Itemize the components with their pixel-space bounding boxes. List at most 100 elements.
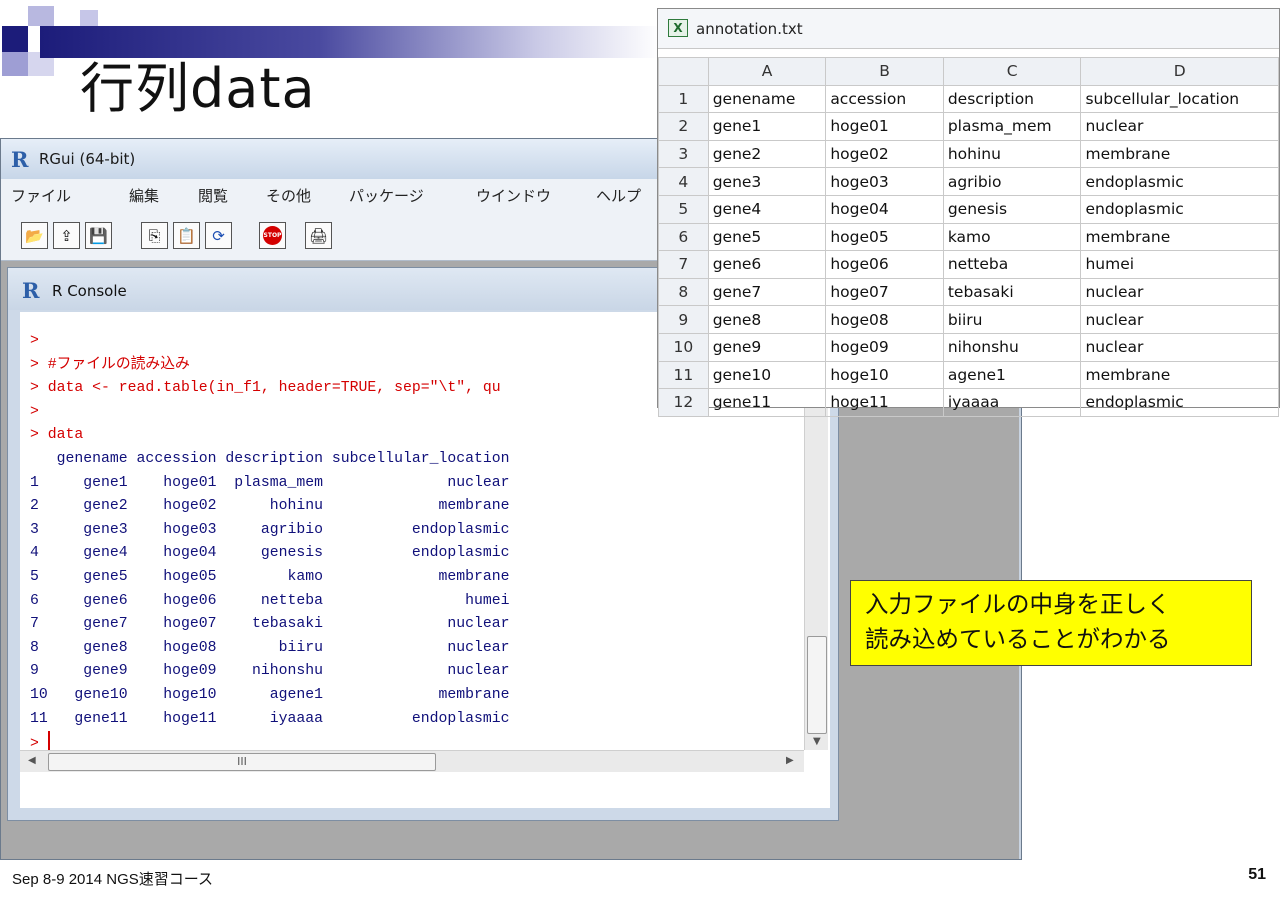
table-row: 8 gene7 hoge07 tebasaki nuclear <box>658 277 1279 307</box>
table-cell[interactable]: membrane <box>1080 139 1279 169</box>
paste-icon[interactable]: 📋 <box>173 222 200 249</box>
row-header[interactable]: 1 <box>658 84 709 114</box>
table-cell[interactable]: humei <box>1080 250 1279 279</box>
sheet-titlebar[interactable]: X annotation.txt <box>658 9 1279 49</box>
table-cell[interactable]: genename <box>707 84 827 114</box>
refresh-icon[interactable]: ⟳ <box>205 222 232 249</box>
table-cell[interactable]: gene3 <box>707 167 827 196</box>
table-cell[interactable]: gene4 <box>707 194 827 224</box>
table-cell[interactable]: membrane <box>1080 222 1279 252</box>
table-cell[interactable]: subcellular_location <box>1080 84 1279 114</box>
table-cell[interactable]: tebasaki <box>942 277 1082 307</box>
menu-window[interactable]: ウインドウ <box>476 185 551 206</box>
table-cell[interactable]: hoge08 <box>825 305 944 334</box>
table-cell[interactable]: nuclear <box>1080 332 1279 362</box>
table-cell[interactable]: hoge04 <box>825 194 944 224</box>
table-cell[interactable]: nuclear <box>1080 277 1279 307</box>
column-header[interactable]: B <box>825 57 944 86</box>
menu-misc[interactable]: その他 <box>266 185 311 206</box>
console-line: > <box>30 333 39 349</box>
copy-icon[interactable]: ⎘ <box>141 222 168 249</box>
table-cell[interactable]: endoplasmic <box>1080 388 1279 417</box>
scroll-down-arrow-icon[interactable]: ▼ <box>813 736 821 747</box>
table-cell[interactable]: gene6 <box>707 250 827 279</box>
table-cell[interactable]: hoge06 <box>825 250 944 279</box>
table-cell[interactable]: gene9 <box>707 332 827 362</box>
table-cell[interactable]: hoge09 <box>825 332 944 362</box>
table-cell[interactable]: nihonshu <box>942 332 1082 362</box>
row-header[interactable]: 3 <box>658 139 709 169</box>
table-cell[interactable]: gene8 <box>707 305 827 334</box>
column-header-row: A B C D <box>658 57 1279 86</box>
menu-packages[interactable]: パッケージ <box>349 185 424 206</box>
table-cell[interactable]: nuclear <box>1080 112 1279 141</box>
table-cell[interactable]: gene5 <box>707 222 827 252</box>
column-header[interactable]: C <box>942 57 1082 86</box>
scroll-right-arrow-icon[interactable]: ▶ <box>786 755 794 766</box>
table-cell[interactable]: nuclear <box>1080 305 1279 334</box>
open-folder-icon[interactable]: 📂 <box>21 222 48 249</box>
table-cell[interactable]: endoplasmic <box>1080 167 1279 196</box>
menu-file[interactable]: ファイル <box>11 185 71 206</box>
table-cell[interactable]: biiru <box>942 305 1082 334</box>
column-header[interactable]: D <box>1080 57 1279 86</box>
row-header[interactable]: 7 <box>658 250 709 279</box>
load-workspace-icon[interactable]: ⇪ <box>53 222 80 249</box>
table-cell[interactable]: gene1 <box>707 112 827 141</box>
table-cell[interactable]: netteba <box>942 250 1082 279</box>
table-cell[interactable]: hoge03 <box>825 167 944 196</box>
horizontal-scroll-thumb[interactable]: III <box>48 753 436 771</box>
table-cell[interactable]: kamo <box>942 222 1082 252</box>
stop-icon[interactable]: STOP <box>259 222 286 249</box>
scroll-left-arrow-icon[interactable]: ◀ <box>28 755 36 766</box>
row-header[interactable]: 4 <box>658 167 709 196</box>
row-header[interactable]: 9 <box>658 305 709 334</box>
save-icon[interactable]: 💾 <box>85 222 112 249</box>
table-cell[interactable]: hoge01 <box>825 112 944 141</box>
row-header[interactable]: 8 <box>658 277 709 307</box>
column-header[interactable]: A <box>707 57 827 86</box>
table-row: 2 gene1 hoge01 plasma_mem nuclear <box>658 112 1279 141</box>
menu-view[interactable]: 閲覧 <box>198 185 228 206</box>
table-cell[interactable]: gene2 <box>707 139 827 169</box>
horizontal-scrollbar[interactable]: ◀ III ▶ <box>20 750 804 772</box>
table-cell[interactable]: gene7 <box>707 277 827 307</box>
table-cell[interactable]: gene10 <box>707 360 827 390</box>
row-header[interactable]: 2 <box>658 112 709 141</box>
text-cursor <box>47 731 50 752</box>
table-row: 11 gene10 hoge10 agene1 membrane <box>658 360 1279 390</box>
row-header[interactable]: 12 <box>658 388 709 417</box>
table-cell[interactable]: hoge07 <box>825 277 944 307</box>
sheet-grid: A B C D 1 genename accession description sub… <box>658 57 1279 417</box>
callout-line: 読み込めていることがわかる <box>865 625 1171 653</box>
vertical-scroll-thumb[interactable] <box>807 636 827 734</box>
table-cell[interactable]: description <box>942 84 1082 114</box>
row-header[interactable]: 6 <box>658 222 709 252</box>
console-line: 10 gene10 hoge10 agene1 membrane <box>30 686 510 703</box>
table-cell[interactable]: gene11 <box>707 388 827 417</box>
select-all-corner[interactable] <box>658 57 709 86</box>
table-cell[interactable]: membrane <box>1080 360 1279 390</box>
table-cell[interactable]: hoge10 <box>825 360 944 390</box>
table-cell[interactable]: hohinu <box>942 139 1082 169</box>
table-cell[interactable]: plasma_mem <box>942 112 1082 141</box>
page-number: 51 <box>1248 866 1266 883</box>
console-line: 4 gene4 hoge04 genesis endoplasmic <box>30 545 510 562</box>
table-cell[interactable]: agribio <box>942 167 1082 196</box>
table-cell[interactable]: iyaaaa <box>942 388 1082 417</box>
sheet-title: annotation.txt <box>696 20 803 38</box>
menu-help[interactable]: ヘルプ <box>596 185 641 206</box>
table-cell[interactable]: hoge11 <box>825 388 944 417</box>
table-cell[interactable]: hoge05 <box>825 222 944 252</box>
table-cell[interactable]: accession <box>825 84 944 114</box>
table-cell[interactable]: endoplasmic <box>1080 194 1279 224</box>
menu-edit[interactable]: 編集 <box>129 185 159 206</box>
title-gradient-bar <box>40 26 660 58</box>
table-cell[interactable]: genesis <box>942 194 1082 224</box>
row-header[interactable]: 11 <box>658 360 709 390</box>
print-icon[interactable]: 🖨 <box>305 222 332 249</box>
row-header[interactable]: 10 <box>658 332 709 362</box>
row-header[interactable]: 5 <box>658 194 709 224</box>
table-cell[interactable]: agene1 <box>942 360 1082 390</box>
table-cell[interactable]: hoge02 <box>825 139 944 169</box>
